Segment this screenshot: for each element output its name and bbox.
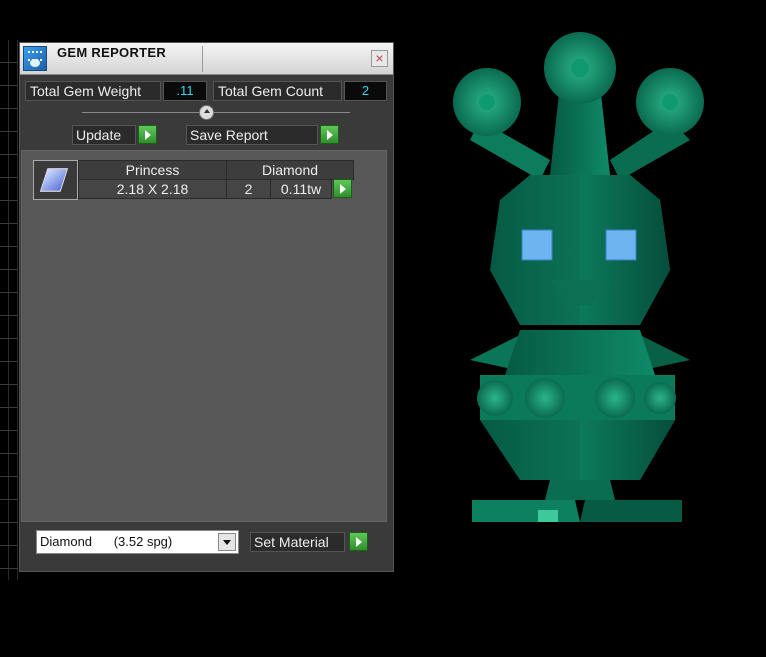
model-neck	[505, 330, 655, 375]
3d-model-viewport[interactable]	[440, 30, 720, 530]
model-foot-right	[580, 500, 682, 522]
material-select-value: Diamond (3.52 spg)	[40, 534, 173, 549]
gem-size-cell: 2.18 X 2.18	[78, 179, 227, 199]
save-report-go-icon[interactable]	[320, 125, 339, 144]
slider-track	[82, 112, 350, 113]
set-material-go-icon[interactable]	[349, 532, 368, 551]
title-bar[interactable]: GEM REPORTER ×	[20, 43, 393, 75]
app-icon	[23, 46, 47, 71]
gem-list: Princess Diamond 2.18 X 2.18 2 0.11tw	[21, 150, 387, 522]
gem-weight-cell: 0.11tw	[270, 179, 332, 199]
gem-shape-cell: Princess	[78, 160, 227, 180]
model-flower-left	[453, 68, 521, 136]
total-gem-count-label: Total Gem Count	[213, 81, 342, 101]
model-eye-left	[521, 229, 553, 261]
gem-count-cell: 2	[226, 179, 271, 199]
save-report-button[interactable]: Save Report	[186, 125, 318, 145]
model-eye-right	[605, 229, 637, 261]
total-gem-count-value: 2	[344, 81, 387, 101]
window-title: GEM REPORTER	[57, 45, 167, 60]
material-select[interactable]: Diamond (3.52 spg)	[36, 530, 239, 554]
viewport-grid	[0, 40, 18, 580]
gem-reporter-panel: GEM REPORTER × Total Gem Weight .11 Tota…	[19, 42, 394, 572]
chevron-down-icon[interactable]	[218, 533, 236, 551]
model-foot-left	[472, 500, 580, 522]
gem-row-go-icon[interactable]	[333, 179, 352, 198]
title-divider	[202, 46, 203, 72]
model-stem-base	[545, 480, 615, 500]
total-gem-weight-value: .11	[163, 81, 207, 101]
gem-material-cell: Diamond	[226, 160, 354, 180]
set-material-button[interactable]: Set Material	[250, 532, 345, 552]
total-gem-weight-label: Total Gem Weight	[25, 81, 161, 101]
model-flower-right	[636, 68, 704, 136]
close-icon[interactable]: ×	[371, 50, 388, 67]
update-button[interactable]: Update	[72, 125, 136, 145]
model-flower-top	[544, 32, 616, 104]
slider-handle[interactable]	[199, 105, 214, 120]
update-go-icon[interactable]	[138, 125, 157, 144]
gem-icon[interactable]	[33, 160, 78, 200]
